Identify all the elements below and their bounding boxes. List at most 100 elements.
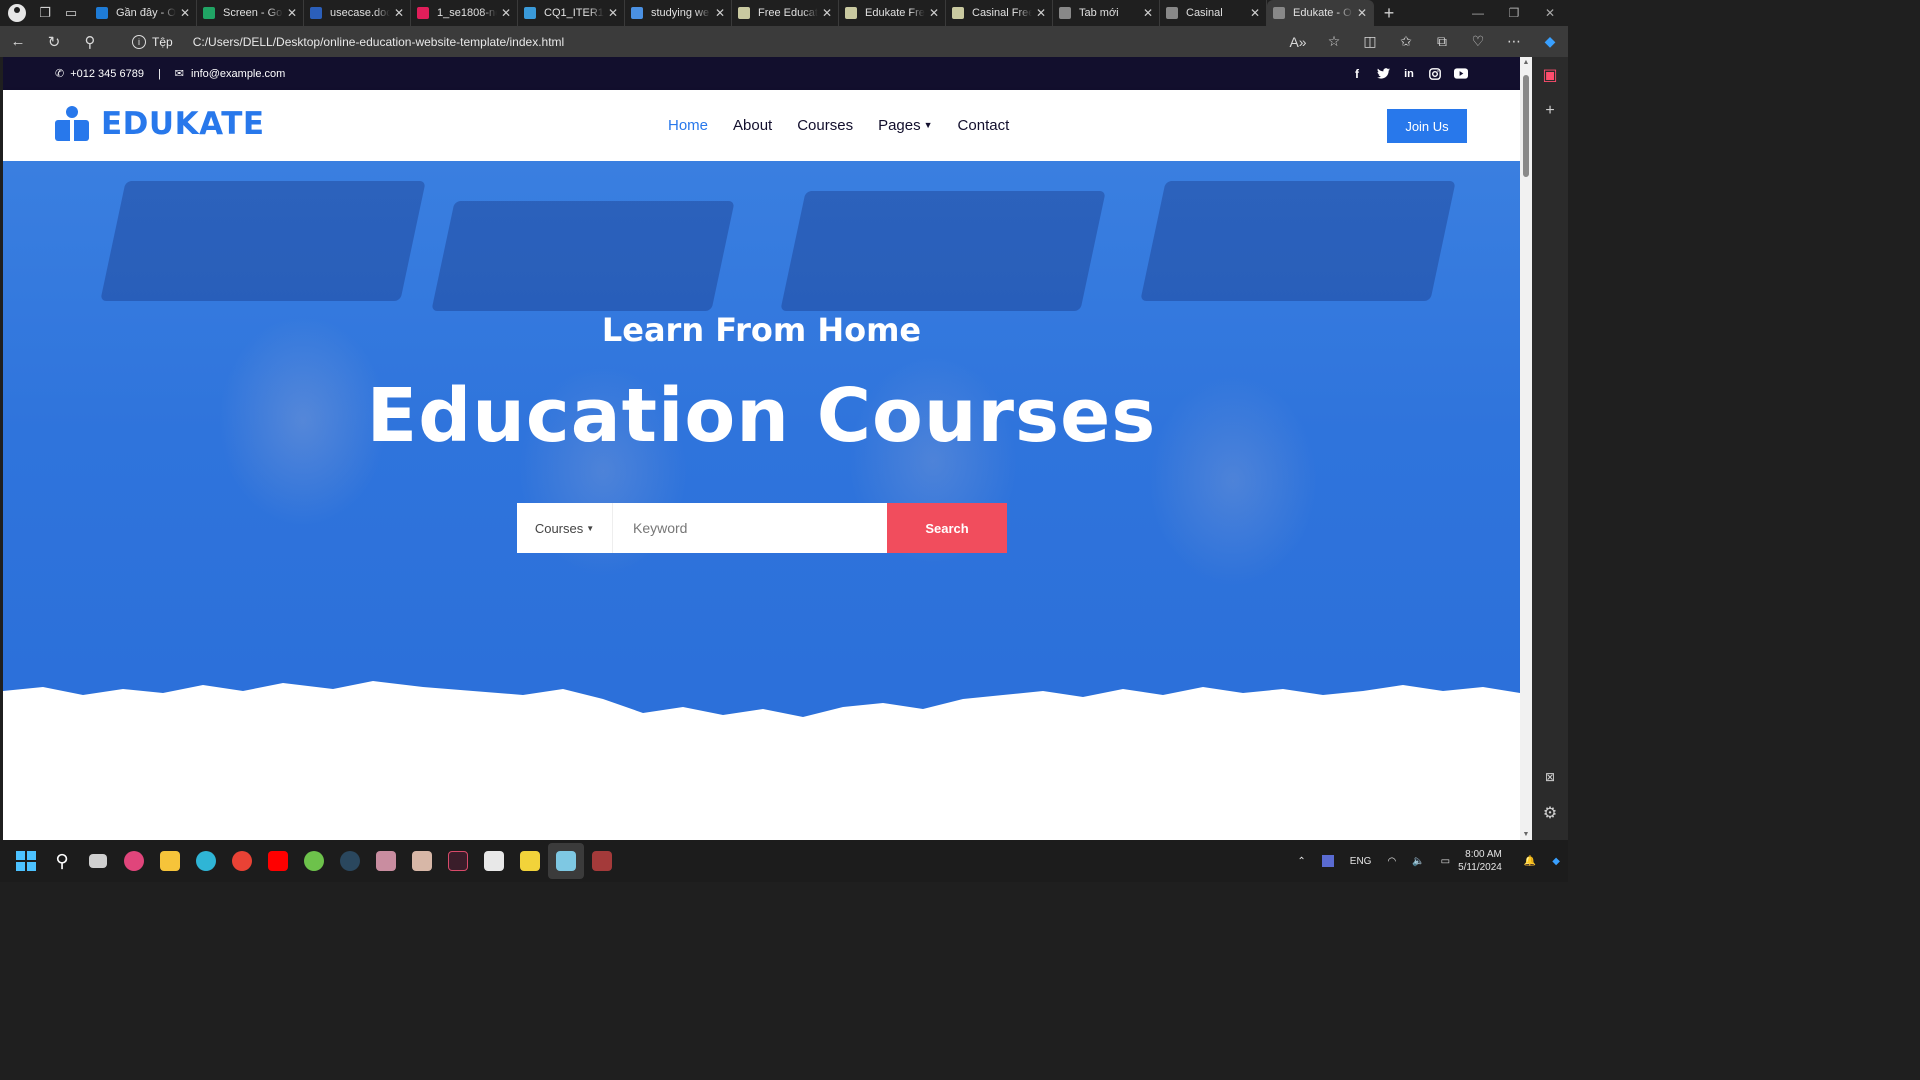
favorite-star-icon[interactable]: ☆ xyxy=(1316,33,1352,50)
favorites-icon[interactable]: ✩ xyxy=(1388,33,1424,50)
browser-tab[interactable]: Free Educati ✕ xyxy=(732,0,839,26)
cube-app-icon[interactable] xyxy=(548,843,584,879)
tray-chevron-icon[interactable]: ⌃ xyxy=(1297,856,1305,867)
file-explorer-icon[interactable] xyxy=(152,843,188,879)
scroll-down-icon[interactable]: ▼ xyxy=(1520,831,1532,838)
read-aloud-icon[interactable]: A» xyxy=(1280,34,1316,50)
close-window-icon[interactable]: ✕ xyxy=(1532,6,1568,20)
start-icon[interactable] xyxy=(8,843,44,879)
tab-close-icon[interactable]: ✕ xyxy=(501,6,511,20)
browser-tab[interactable]: 1_se1808-ne ✕ xyxy=(411,0,518,26)
nav-item-about[interactable]: About xyxy=(733,117,772,134)
browser-tab[interactable]: usecase.doc ✕ xyxy=(304,0,411,26)
nav-item-contact[interactable]: Contact xyxy=(958,117,1010,134)
youtube-icon[interactable] xyxy=(1454,67,1468,81)
add-sidebar-app-icon[interactable]: + xyxy=(1532,93,1568,129)
tab-close-icon[interactable]: ✕ xyxy=(822,6,832,20)
more-menu-icon[interactable]: ⋯ xyxy=(1496,33,1532,50)
facebook-icon[interactable]: f xyxy=(1350,67,1364,81)
language-indicator[interactable]: ENG xyxy=(1350,856,1372,867)
tab-close-icon[interactable]: ✕ xyxy=(715,6,725,20)
volume-icon[interactable]: 🔈 xyxy=(1412,856,1424,867)
copilot-taskbar-icon[interactable]: ◆ xyxy=(1552,856,1560,867)
game-app-icon[interactable] xyxy=(368,843,404,879)
courses-dropdown[interactable]: Courses ▼ xyxy=(517,503,613,553)
new-tab-button[interactable]: + xyxy=(1374,3,1404,24)
tab-close-icon[interactable]: ✕ xyxy=(1143,6,1153,20)
url-field[interactable]: i Tệp C:/Users/DELL/Desktop/online-educa… xyxy=(120,29,1350,54)
browser-tab[interactable]: Edukate - O ✕ xyxy=(1267,0,1374,26)
instagram-icon[interactable] xyxy=(1428,67,1442,81)
window-controls: — ❐ ✕ xyxy=(1460,0,1568,26)
chrome-icon[interactable] xyxy=(224,843,260,879)
browser-tab[interactable]: studying we ✕ xyxy=(625,0,732,26)
game-app-2-icon[interactable] xyxy=(404,843,440,879)
keyword-input[interactable] xyxy=(613,503,887,553)
tray-app-icon[interactable] xyxy=(1321,855,1334,867)
winrar-icon[interactable] xyxy=(584,843,620,879)
browser-tab[interactable]: Screen - Go ✕ xyxy=(197,0,304,26)
nav-item-home[interactable]: Home xyxy=(668,117,708,134)
media-player-icon[interactable] xyxy=(116,843,152,879)
browser-tab[interactable]: Gần đây - O ✕ xyxy=(90,0,197,26)
back-icon[interactable]: ← xyxy=(0,26,36,57)
separator: | xyxy=(157,67,161,80)
phone-number: +012 345 6789 xyxy=(70,67,144,80)
social-links: f in xyxy=(1350,57,1468,90)
search-icon[interactable]: ⚲ xyxy=(44,843,80,879)
nav-item-pages[interactable]: Pages ▼ xyxy=(878,117,932,134)
browser-tab[interactable]: Tab mới ✕ xyxy=(1053,0,1160,26)
app-grid-icon[interactable] xyxy=(476,843,512,879)
collections-icon[interactable]: ⧉ xyxy=(1424,33,1460,50)
copilot-icon[interactable]: ◆ xyxy=(1532,33,1568,50)
split-screen-icon[interactable]: ◫ xyxy=(1352,33,1388,50)
page-scrollbar[interactable]: ▲ ▼ xyxy=(1520,57,1532,840)
linkedin-icon[interactable]: in xyxy=(1402,67,1416,81)
info-icon[interactable]: i xyxy=(132,34,146,49)
search-button[interactable]: Search xyxy=(887,503,1007,553)
youtube-app-icon[interactable] xyxy=(260,843,296,879)
tab-close-icon[interactable]: ✕ xyxy=(180,6,190,20)
browser-tab[interactable]: Edukate Fre ✕ xyxy=(839,0,946,26)
performance-icon[interactable]: ♡ xyxy=(1460,33,1496,50)
tab-close-icon[interactable]: ✕ xyxy=(1357,6,1367,20)
steam-icon[interactable] xyxy=(332,843,368,879)
tab-close-icon[interactable]: ✕ xyxy=(287,6,297,20)
sidebar-settings-icon[interactable]: ⚙ xyxy=(1532,795,1568,831)
tab-close-icon[interactable]: ✕ xyxy=(608,6,618,20)
tab-actions-icon[interactable]: ▭ xyxy=(58,0,84,26)
workspaces-icon[interactable]: ❐ xyxy=(32,0,58,26)
notification-icon[interactable]: 🔔 xyxy=(1524,856,1536,867)
refresh-icon[interactable]: ↻ xyxy=(36,26,72,57)
profile-icon[interactable] xyxy=(8,4,26,22)
hide-sidebar-icon[interactable]: ⊠ xyxy=(1532,759,1568,795)
scroll-thumb[interactable] xyxy=(1523,75,1529,177)
brand-logo[interactable]: EDUKATE xyxy=(55,106,265,142)
tab-close-icon[interactable]: ✕ xyxy=(394,6,404,20)
browser-tab[interactable]: Casinal Free ✕ xyxy=(946,0,1053,26)
tab-close-icon[interactable]: ✕ xyxy=(1036,6,1046,20)
nav-item-courses[interactable]: Courses xyxy=(797,117,853,134)
search-icon[interactable]: ⚲ xyxy=(72,26,108,57)
join-us-button[interactable]: Join Us xyxy=(1387,109,1467,143)
app-icon[interactable]: ▣ xyxy=(1532,57,1568,93)
tab-close-icon[interactable]: ✕ xyxy=(1250,6,1260,20)
twitter-icon[interactable] xyxy=(1376,67,1390,81)
wifi-icon[interactable]: ◠ xyxy=(1387,856,1396,867)
brand-name: EDUKATE xyxy=(101,106,265,142)
minimize-icon[interactable]: — xyxy=(1460,6,1496,20)
restore-icon[interactable]: ❐ xyxy=(1496,6,1532,20)
green-app-icon[interactable] xyxy=(296,843,332,879)
browser-tab[interactable]: Casinal ✕ xyxy=(1160,0,1267,26)
sticky-app-icon[interactable] xyxy=(512,843,548,879)
edge-icon[interactable] xyxy=(188,843,224,879)
clock[interactable]: 8:00 AM 5/11/2024 xyxy=(1458,848,1502,874)
app-v-icon[interactable] xyxy=(440,843,476,879)
battery-icon[interactable]: ▭ xyxy=(1441,856,1450,867)
task-view-icon[interactable] xyxy=(80,843,116,879)
browser-tab[interactable]: CQ1_ITER1 F ✕ xyxy=(518,0,625,26)
scroll-up-icon[interactable]: ▲ xyxy=(1520,59,1532,66)
tab-close-icon[interactable]: ✕ xyxy=(929,6,939,20)
tab-favicon-icon xyxy=(952,7,964,19)
url-text[interactable]: C:/Users/DELL/Desktop/online-education-w… xyxy=(193,35,565,49)
